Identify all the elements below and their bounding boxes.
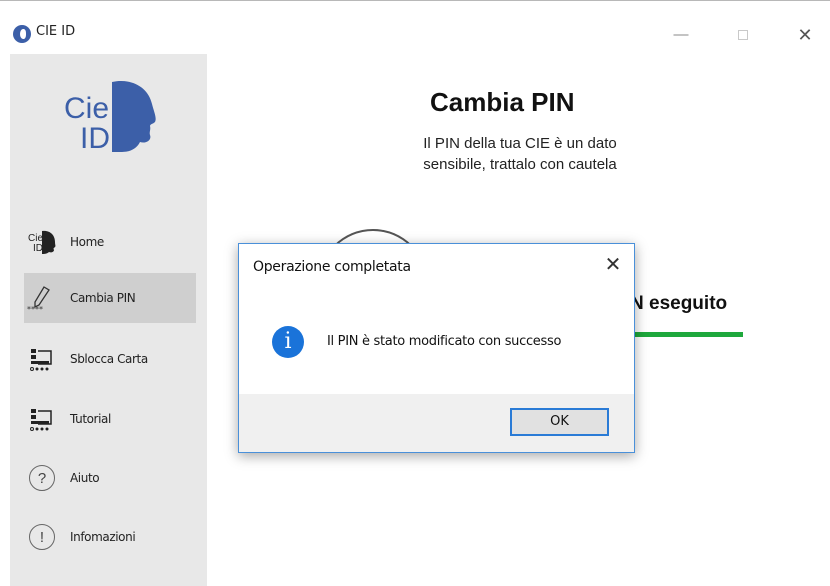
help-icon: ? <box>29 465 55 491</box>
tutorial-icon <box>27 404 57 434</box>
maximize-icon <box>738 30 748 40</box>
svg-text:ID: ID <box>33 243 43 254</box>
page-subtitle: Il PIN della tua CIE è un dato sensibile… <box>380 133 660 175</box>
title-bar: CIE ID — ✕ <box>0 13 830 53</box>
subtitle-line-2: sensibile, trattalo con cautela <box>423 156 617 173</box>
sidebar: Cie ID Cie ID Home **** Cambia PIN Sbloc… <box>10 54 207 586</box>
sidebar-item-informazioni[interactable]: ! Infomazioni <box>24 512 194 562</box>
close-window-button[interactable]: ✕ <box>790 25 820 45</box>
status-text: N eseguito <box>630 293 728 314</box>
page-title: Cambia PIN <box>430 87 575 117</box>
sidebar-item-tutorial[interactable]: Tutorial <box>24 394 194 444</box>
dialog-message: Il PIN è stato modificato con successo <box>327 334 562 349</box>
sidebar-item-label: Infomazioni <box>70 530 136 544</box>
subtitle-line-1: Il PIN della tua CIE è un dato <box>423 135 617 152</box>
sidebar-item-cambia-pin[interactable]: **** Cambia PIN <box>24 273 196 323</box>
info-icon: ! <box>29 524 55 550</box>
pin-stars: **** <box>27 305 43 313</box>
sidebar-item-label: Cambia PIN <box>70 291 136 305</box>
success-bar <box>630 332 743 337</box>
ok-button[interactable]: OK <box>510 408 609 436</box>
cie-id-logo: Cie ID <box>64 80 156 155</box>
app-window: CIE ID — ✕ Cie ID Cie ID Home **** Cambi… <box>0 0 830 586</box>
sidebar-item-label: Aiuto <box>70 471 100 485</box>
maximize-button[interactable] <box>728 25 758 45</box>
dialog-title: Operazione completata <box>253 259 411 275</box>
info-icon: i <box>272 326 304 358</box>
dialog-close-button[interactable]: ✕ <box>601 254 625 276</box>
app-logo-icon <box>13 25 31 43</box>
sidebar-item-sblocca-carta[interactable]: Sblocca Carta <box>24 334 194 384</box>
sidebar-item-label: Sblocca Carta <box>70 352 148 366</box>
cie-id-icon: Cie ID <box>27 227 57 257</box>
sidebar-item-home[interactable]: Cie ID Home <box>24 217 194 267</box>
pencil-icon: **** <box>27 283 57 313</box>
sidebar-item-aiuto[interactable]: ? Aiuto <box>24 453 194 503</box>
minimize-button[interactable]: — <box>666 25 696 45</box>
sidebar-item-label: Home <box>70 235 104 249</box>
logo-text-id: ID <box>80 122 110 155</box>
message-dialog: Operazione completata ✕ i Il PIN è stato… <box>238 243 635 453</box>
window-title: CIE ID <box>36 24 76 39</box>
logo-text-cie: Cie <box>64 92 109 125</box>
sidebar-item-label: Tutorial <box>70 412 111 426</box>
dialog-footer: OK <box>239 394 634 452</box>
card-unlock-icon <box>27 344 57 374</box>
